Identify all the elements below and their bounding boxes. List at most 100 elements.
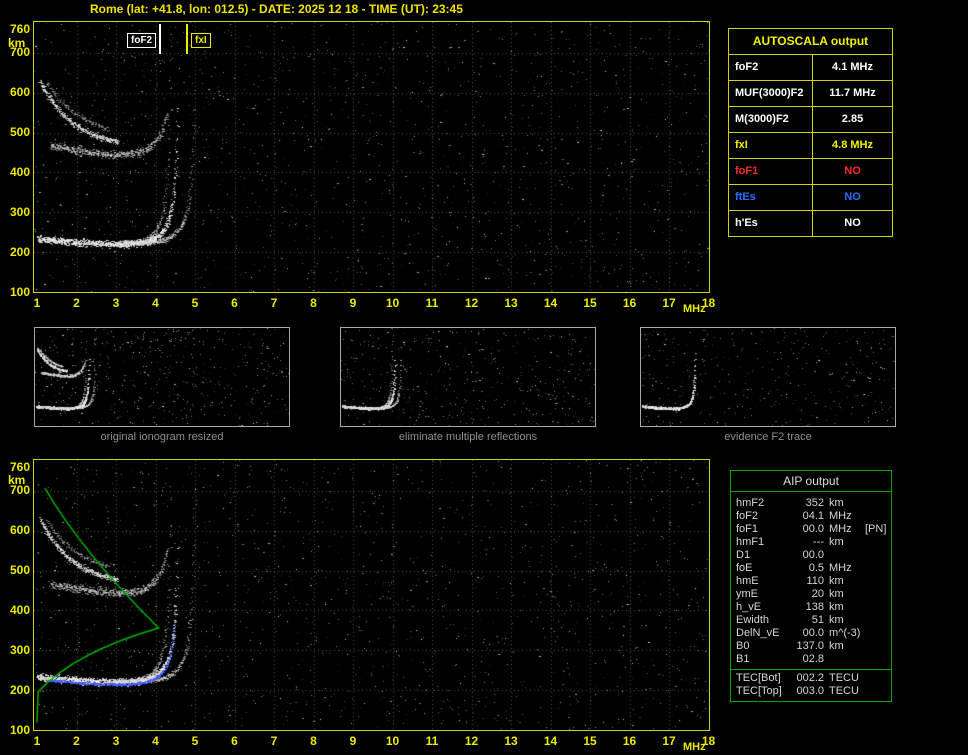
thumbnail-canvas-f2-trace xyxy=(641,328,895,426)
x-tick-label: 5 xyxy=(191,296,199,310)
x-tick-label: 17 xyxy=(662,296,676,310)
aip-row-label: TEC[Bot] xyxy=(736,672,781,684)
aip-row-value: 110 xyxy=(806,575,824,587)
aip-row-value: --- xyxy=(813,536,824,548)
aip-row-extra xyxy=(865,497,891,510)
bottom-ionogram-canvas xyxy=(34,460,709,730)
y-tick-label: 760 xyxy=(9,459,30,474)
thumbnail-canvas-original xyxy=(35,328,289,426)
x-tick-label: 6 xyxy=(231,734,238,748)
aip-row: DelN_vE 00.0 m^(-3) xyxy=(731,627,891,640)
fxi-marker-line xyxy=(186,24,188,54)
aip-row-value: 00.0 xyxy=(802,549,824,561)
aip-row-label: hmE xyxy=(736,575,759,587)
x-tick-label: 14 xyxy=(543,734,558,748)
fxi-marker-label: fxI xyxy=(191,33,211,48)
aip-row-unit: km xyxy=(829,588,844,600)
aip-row: hmF1 --- km xyxy=(731,536,891,549)
thumbnail-caption-no-multiples: eliminate multiple reflections xyxy=(398,431,538,443)
x-tick-label: 6 xyxy=(231,296,238,310)
autoscala-row-value: NO xyxy=(844,165,861,177)
autoscala-row-value: 4.8 MHz xyxy=(832,139,873,151)
x-tick-label: 16 xyxy=(622,296,637,310)
aip-row-extra xyxy=(865,627,891,640)
aip-tec-rows: TEC[Bot] 002.2 TECU TEC[Top] 003.0 TECU xyxy=(731,669,891,701)
autoscala-row: ftEs NO xyxy=(729,184,892,210)
autoscala-row: h'Es NO xyxy=(729,210,892,236)
aip-row: hmF2 352 km xyxy=(731,497,891,510)
x-tick-label: 17 xyxy=(662,734,676,748)
aip-row-value: 137.0 xyxy=(796,640,824,652)
aip-row-label: foF1 xyxy=(736,523,759,535)
aip-row: foF1 00.0 MHz [PN] xyxy=(731,523,891,536)
x-tick-label: 9 xyxy=(349,296,357,310)
x-tick-label: 12 xyxy=(464,734,479,748)
autoscala-row-value: 11.7 MHz xyxy=(829,87,876,99)
y-tick-label: 600 xyxy=(9,85,30,100)
y-tick-label: 700 xyxy=(9,483,30,498)
y-tick-label: 700 xyxy=(9,45,30,60)
aip-row-extra xyxy=(865,588,891,601)
x-tick-label: 15 xyxy=(583,734,597,748)
aip-row-extra xyxy=(865,653,891,666)
aip-row-value: 00.0 xyxy=(802,523,824,535)
x-tick-label: 1 xyxy=(33,296,41,310)
aip-row-extra xyxy=(865,640,891,653)
aip-row-label: Ewidth xyxy=(736,614,770,626)
aip-row-unit: km xyxy=(829,575,844,587)
autoscala-row: fxI 4.8 MHz xyxy=(729,132,892,158)
thumbnail-canvas-no-multiples xyxy=(341,328,595,426)
aip-table: AIP output hmF2 352 km foF2 04.1 MHz foF… xyxy=(730,470,892,702)
aip-tec-row: TEC[Top] 003.0 TECU xyxy=(731,685,891,698)
y-tick-label: 300 xyxy=(9,204,30,219)
aip-row-unit: km xyxy=(829,601,844,613)
autoscala-table: AUTOSCALA output foF2 4.1 MHz MUF(3000)F… xyxy=(728,28,893,237)
aip-row: foE 0.5 MHz xyxy=(731,562,891,575)
autoscala-row: MUF(3000)F2 11.7 MHz xyxy=(729,80,892,106)
autoscala-row-value: NO xyxy=(844,191,861,203)
top-ionogram-canvas xyxy=(34,22,709,292)
thumbnail-panel-f2-trace xyxy=(640,327,896,427)
aip-row-unit: TECU xyxy=(829,672,859,684)
y-tick-label: 400 xyxy=(9,164,30,179)
x-tick-label: 4 xyxy=(152,296,159,310)
x-tick-label: 15 xyxy=(583,296,597,310)
aip-row-value: 0.5 xyxy=(808,562,824,574)
x-tick-label: 7 xyxy=(270,734,278,748)
x-tick-label: 2 xyxy=(73,734,80,748)
aip-tec-row: TEC[Bot] 002.2 TECU xyxy=(731,672,891,685)
aip-row: hmE 110 km xyxy=(731,575,891,588)
aip-row: Ewidth 51 km xyxy=(731,614,891,627)
aip-row-value: 002.2 xyxy=(796,672,824,684)
aip-row-label: foE xyxy=(736,562,753,574)
x-tick-label: 3 xyxy=(112,734,120,748)
x-tick-label: 10 xyxy=(385,734,400,748)
autoscala-row-label: MUF(3000)F2 xyxy=(729,81,813,106)
thumbnail-panel-no-multiples xyxy=(340,327,596,427)
y-tick-label: 400 xyxy=(9,602,30,617)
y-tick-label: 600 xyxy=(9,523,30,538)
aip-row-value: 04.1 xyxy=(802,510,824,522)
aip-row-unit: MHz xyxy=(829,562,852,574)
x-tick-label: 2 xyxy=(73,296,80,310)
aip-row-unit: m^(-3) xyxy=(829,627,861,639)
y-tick-label: 200 xyxy=(9,682,30,697)
aip-row-label: DelN_vE xyxy=(736,627,780,639)
autoscala-row-label: ftEs xyxy=(729,185,813,210)
aip-row: h_vE 138 km xyxy=(731,601,891,614)
aip-row: B1 02.8 xyxy=(731,653,891,666)
aip-row-label: hmF1 xyxy=(736,536,765,548)
thumbnail-caption-f2-trace: evidence F2 trace xyxy=(724,431,812,443)
aip-row-label: TEC[Top] xyxy=(736,685,782,697)
autoscala-row-value: NO xyxy=(844,217,861,229)
header-title: Rome (lat: +41.8, lon: 012.5) - DATE: 20… xyxy=(90,2,463,16)
aip-row-extra xyxy=(865,549,891,562)
aip-row-unit: km xyxy=(829,640,844,652)
aip-row-extra xyxy=(865,562,891,575)
x-tick-label: 13 xyxy=(504,296,518,310)
autoscala-row-label: foF2 xyxy=(729,55,813,80)
aip-row: D1 00.0 xyxy=(731,549,891,562)
aip-row-extra xyxy=(865,510,891,523)
bottom-ionogram-panel xyxy=(33,459,710,731)
autoscala-row-label: M(3000)F2 xyxy=(729,107,813,132)
